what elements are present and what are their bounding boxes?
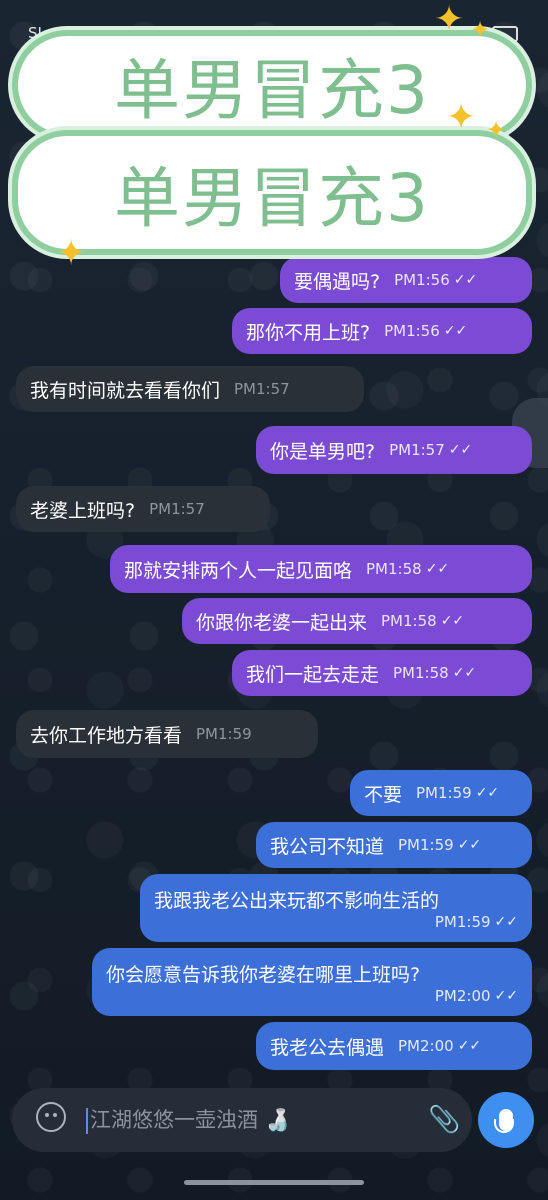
- message-text: 要偶遇吗?: [294, 270, 381, 293]
- sparkle-icon: ✦: [446, 97, 477, 138]
- message-time: PM2:00: [434, 986, 491, 1005]
- message-time: PM1:59: [416, 784, 472, 802]
- read-ticks-icon: ✓✓: [494, 987, 518, 1004]
- message-incoming[interactable]: 去你工作地方看看 PM1:59: [16, 710, 318, 758]
- read-ticks-icon: ✓✓: [453, 272, 478, 288]
- message-outgoing[interactable]: 我们一起去走走 PM1:58 ✓✓: [232, 650, 532, 696]
- message-text: 我有时间就去看看你们: [30, 379, 221, 402]
- message-outgoing[interactable]: 那你不用上班? PM1:56 ✓✓: [232, 308, 532, 354]
- message-time: PM1:58: [393, 664, 449, 682]
- message-text: 那你不用上班?: [246, 321, 371, 344]
- message-outgoing[interactable]: 你是单男吧? PM1:57 ✓✓: [256, 426, 532, 474]
- message-time: PM1:59: [434, 912, 491, 931]
- message-incoming[interactable]: 我有时间就去看看你们 PM1:57: [16, 366, 364, 412]
- message-time: PM1:57: [234, 380, 290, 398]
- message-time: PM1:56: [394, 271, 450, 289]
- sparkle-icon: ✦: [486, 116, 507, 144]
- message-text: 我跟我老公出来玩都不影响生活的: [154, 889, 440, 912]
- message-input[interactable]: 江湖悠悠一壶浊酒 🍶: [86, 1104, 291, 1134]
- message-time: PM1:59: [196, 725, 252, 743]
- message-outgoing[interactable]: 我跟我老公出来玩都不影响生活的 PM1:59 ✓✓: [140, 874, 532, 942]
- read-ticks-icon: ✓✓: [457, 837, 482, 853]
- message-outgoing[interactable]: 我老公去偶遇 PM2:00 ✓✓: [256, 1022, 532, 1070]
- message-text: 我们一起去走走: [246, 663, 380, 686]
- message-time: PM1:58: [381, 612, 437, 630]
- message-input-bar[interactable]: 江湖悠悠一壶浊酒 🍶 📎: [12, 1088, 472, 1152]
- message-text: 我老公去偶遇: [270, 1036, 385, 1059]
- read-ticks-icon: ✓✓: [452, 665, 477, 681]
- message-text: 去你工作地方看看: [30, 724, 183, 747]
- message-text: 你跟你老婆一起出来: [196, 611, 368, 634]
- read-ticks-icon: ✓✓: [425, 561, 450, 577]
- sparkle-icon: ✦: [434, 0, 465, 40]
- attach-icon[interactable]: 📎: [428, 1106, 460, 1134]
- message-meta: PM1:59 ✓✓: [435, 913, 518, 931]
- message-outgoing[interactable]: 那就安排两个人一起见面咯 PM1:58 ✓✓: [110, 545, 532, 593]
- message-incoming[interactable]: 老婆上班吗? PM1:57: [16, 486, 270, 532]
- message-outgoing[interactable]: 你跟你老婆一起出来 PM1:58 ✓✓: [182, 598, 532, 644]
- message-meta: PM2:00 ✓✓: [435, 987, 518, 1005]
- message-time: PM1:57: [389, 441, 445, 459]
- sparkle-icon: ✦: [470, 16, 491, 44]
- message-text: 我公司不知道: [270, 835, 385, 858]
- message-text: 你是单男吧?: [270, 440, 376, 463]
- read-ticks-icon: ✓✓: [448, 442, 473, 458]
- overlay-banner: 单男冒充3: [12, 130, 532, 255]
- input-placeholder: 江湖悠悠一壶浊酒: [90, 1108, 258, 1132]
- message-outgoing[interactable]: 你会愿意告诉我你老婆在哪里上班吗? PM2:00 ✓✓: [92, 948, 532, 1016]
- emoji-icon[interactable]: [36, 1102, 66, 1132]
- wine-emoji: 🍶: [264, 1108, 291, 1132]
- mic-icon: [494, 1109, 514, 1133]
- read-ticks-icon: ✓✓: [440, 613, 465, 629]
- message-text: 不要: [364, 783, 403, 806]
- message-outgoing[interactable]: 我公司不知道 PM1:59 ✓✓: [256, 822, 532, 868]
- read-ticks-icon: ✓✓: [457, 1038, 482, 1054]
- message-text: 老婆上班吗?: [30, 499, 136, 522]
- mic-button[interactable]: [478, 1092, 534, 1148]
- message-text: 你会愿意告诉我你老婆在哪里上班吗?: [106, 963, 421, 986]
- sparkle-icon: ✦: [56, 233, 87, 274]
- read-ticks-icon: ✓✓: [494, 913, 518, 930]
- message-time: PM1:56: [384, 322, 440, 340]
- message-outgoing[interactable]: 不要 PM1:59 ✓✓: [350, 770, 532, 816]
- message-text: 那就安排两个人一起见面咯: [124, 559, 353, 582]
- message-time: PM2:00: [398, 1037, 454, 1055]
- read-ticks-icon: ✓✓: [475, 785, 500, 801]
- message-time: PM1:59: [398, 836, 454, 854]
- text-caret: [86, 1108, 88, 1134]
- banner-text: 单男冒充3: [114, 52, 430, 129]
- message-time: PM1:58: [366, 560, 422, 578]
- home-indicator[interactable]: [184, 1180, 364, 1185]
- banner-text: 单男冒充3: [114, 159, 430, 237]
- message-time: PM1:57: [149, 500, 205, 518]
- message-outgoing[interactable]: 要偶遇吗? PM1:56 ✓✓: [280, 257, 532, 303]
- read-ticks-icon: ✓✓: [443, 323, 468, 339]
